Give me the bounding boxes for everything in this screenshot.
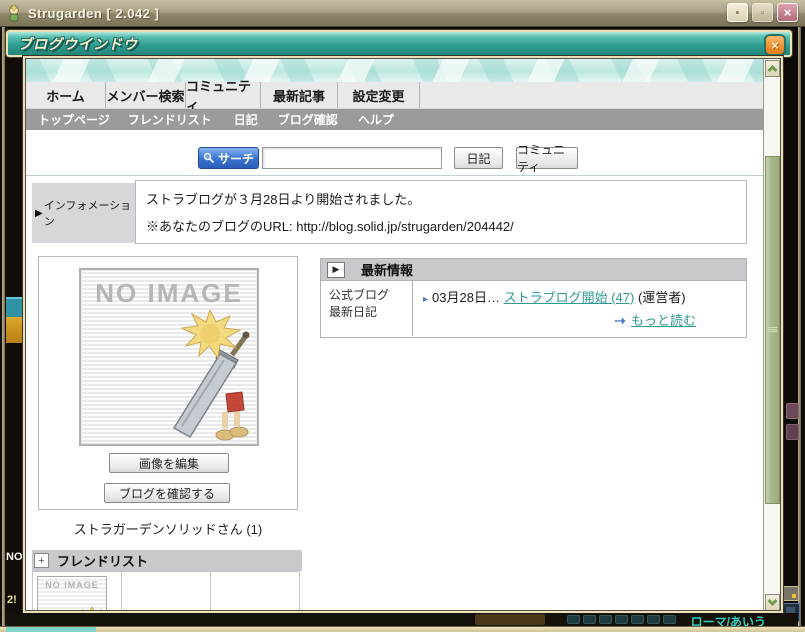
- friend-cell[interactable]: NO IMAGE: [32, 571, 122, 611]
- information-label-text: インフォメーション: [44, 197, 135, 229]
- divider: [26, 175, 764, 176]
- entry-line: ▸ 03月28日… ストラブログ開始 (47) (運営者): [423, 287, 738, 306]
- more-line: ⇢ もっと読む: [423, 310, 738, 329]
- tab-filler: [420, 82, 764, 108]
- owner-name: ストラガーデンソリッドさん (1): [38, 519, 298, 538]
- search-button[interactable]: サーチ: [198, 147, 259, 169]
- friend-cell[interactable]: [121, 571, 211, 611]
- section-arrow-icon: ▶: [327, 262, 345, 278]
- game-titlebar[interactable]: Strugarden [ 2.042 ] ▪ ▫ ×: [0, 0, 805, 27]
- blog-window: ブログウインドウ × ホーム メンバー検索 コミュニティ 最新記事 設定変更 ト…: [6, 30, 792, 614]
- game-bottom-toolbar: ローマ/あいう: [5, 613, 798, 626]
- toolbar-button[interactable]: [599, 615, 612, 624]
- toolbar-segment: [475, 614, 545, 625]
- latest-info-box: ▶ 最新情報 公式ブログ 最新日記 ▸ 03月28日… ストラブログ開始 (47): [320, 258, 747, 338]
- subnav-blog-check[interactable]: ブログ確認: [278, 111, 338, 128]
- game-border-left: [2, 27, 5, 626]
- main-nav-tabs: ホーム メンバー検索 コミュニティ 最新記事 設定変更: [26, 82, 764, 109]
- profile-no-image[interactable]: NO IMAGE: [79, 268, 259, 446]
- entry-date: 03月28日…: [432, 290, 500, 305]
- mini-character-illustration: [81, 607, 103, 611]
- close-icon: ×: [784, 5, 792, 20]
- no-image-label: NO IMAGE: [81, 278, 257, 309]
- game-bottom-border: [0, 626, 805, 632]
- chat-tab-fragment: [6, 627, 96, 632]
- toolbar-button[interactable]: [567, 615, 580, 624]
- blog-content-viewport: ホーム メンバー検索 コミュニティ 最新記事 設定変更 トップページ フレンドリ…: [25, 58, 781, 611]
- maximize-button[interactable]: ▫: [752, 3, 773, 22]
- latest-info-body: 公式ブログ 最新日記 ▸ 03月28日… ストラブログ開始 (47) (運営者) …: [321, 281, 746, 336]
- subnav-friend-list[interactable]: フレンドリスト: [128, 111, 212, 128]
- subnav-diary[interactable]: 日記: [234, 111, 258, 128]
- read-more-link[interactable]: もっと読む: [631, 313, 696, 328]
- friend-list-title: フレンドリスト: [57, 551, 148, 570]
- check-blog-button[interactable]: ブログを確認する: [104, 483, 230, 503]
- edit-image-button[interactable]: 画像を編集: [109, 453, 229, 473]
- chevron-up-icon: [768, 65, 778, 75]
- friend-list-header: + フレンドリスト: [32, 550, 302, 571]
- search-button-label: サーチ: [218, 150, 254, 167]
- minimize-icon: ▪: [736, 7, 740, 19]
- information-box: ストラブログが３月28日より開始されました。 ※あなたのブログのURL: htt…: [135, 180, 747, 244]
- information-line1: ストラブログが３月28日より開始されました。: [146, 189, 736, 208]
- entry-bullet-icon: ▸: [423, 294, 428, 305]
- toolbar-button[interactable]: [583, 615, 596, 624]
- scroll-down-button[interactable]: [765, 594, 780, 611]
- chevron-down-icon: [768, 596, 778, 606]
- toolbar-button[interactable]: [615, 615, 628, 624]
- window-controls: ▪ ▫ ×: [727, 3, 798, 22]
- window-title: Strugarden [ 2.042 ]: [28, 6, 159, 21]
- maximize-icon: ▫: [761, 7, 765, 19]
- info-arrow-icon: ▶: [35, 208, 43, 219]
- tab-member-search[interactable]: メンバー検索: [106, 82, 186, 108]
- search-input[interactable]: [262, 147, 442, 169]
- latest-info-row-label: 公式ブログ 最新日記: [321, 281, 413, 336]
- subnav-help[interactable]: ヘルプ: [358, 111, 394, 128]
- friend-cell[interactable]: [210, 571, 300, 611]
- tab-community[interactable]: コミュニティ: [186, 82, 261, 108]
- subnav-top-page[interactable]: トップページ: [38, 111, 110, 128]
- toolbar-button[interactable]: [631, 615, 644, 624]
- tab-settings[interactable]: 設定変更: [338, 82, 420, 108]
- community-button[interactable]: コミュニティ: [516, 147, 578, 169]
- close-button[interactable]: ×: [777, 3, 798, 22]
- information-label: ▶ インフォメーション: [32, 183, 135, 243]
- toolbar-button[interactable]: [663, 615, 676, 624]
- friend-no-image: NO IMAGE: [37, 576, 107, 611]
- scrollbar-grip: [768, 327, 777, 333]
- latest-info-entry: ▸ 03月28日… ストラブログ開始 (47) (運営者) ⇢ もっと読む: [413, 281, 746, 336]
- scroll-up-button[interactable]: [765, 60, 780, 77]
- blog-close-button[interactable]: ×: [764, 34, 786, 56]
- scrollbar-thumb[interactable]: [765, 156, 780, 504]
- game-window: Strugarden [ 2.042 ] ▪ ▫ × NO 2! ブログウインド…: [0, 0, 805, 632]
- game-border-right: [798, 27, 801, 626]
- sub-nav: トップページ フレンドリスト 日記 ブログ確認 ヘルプ: [26, 109, 764, 130]
- minimize-button[interactable]: ▪: [727, 3, 748, 22]
- profile-box: NO IMAGE: [38, 256, 298, 510]
- entry-link[interactable]: ストラブログ開始 (47): [504, 290, 635, 305]
- app-icon: [5, 4, 23, 22]
- blog-window-title: ブログウインドウ: [18, 34, 138, 54]
- friend-list-table: NO IMAGE: [32, 571, 302, 611]
- information-line2: ※あなたのブログのURL: http://blog.solid.jp/strug…: [146, 216, 736, 235]
- blog-titlebar[interactable]: ブログウインドウ ×: [6, 30, 792, 57]
- tab-latest-articles[interactable]: 最新記事: [261, 82, 338, 108]
- blog-window-body: ホーム メンバー検索 コミュニティ 最新記事 設定変更 トップページ フレンドリ…: [22, 55, 784, 614]
- latest-info-title: 最新情報: [361, 260, 413, 279]
- tab-home[interactable]: ホーム: [26, 82, 106, 108]
- vertical-scrollbar[interactable]: [763, 59, 780, 611]
- search-icon: [203, 152, 215, 164]
- header-banner-image: [26, 59, 764, 82]
- entry-suffix: (運営者): [638, 290, 686, 305]
- more-arrow-icon: ⇢: [614, 313, 623, 328]
- diary-button[interactable]: 日記: [454, 147, 503, 169]
- toolbar-button[interactable]: [647, 615, 660, 624]
- close-icon: ×: [771, 38, 779, 53]
- latest-info-header: ▶ 最新情報: [321, 259, 746, 281]
- friend-list-icon: +: [34, 553, 49, 568]
- no-image-label: NO IMAGE: [38, 580, 106, 590]
- toolbar-buttons: [567, 615, 676, 624]
- character-illustration: [158, 310, 253, 442]
